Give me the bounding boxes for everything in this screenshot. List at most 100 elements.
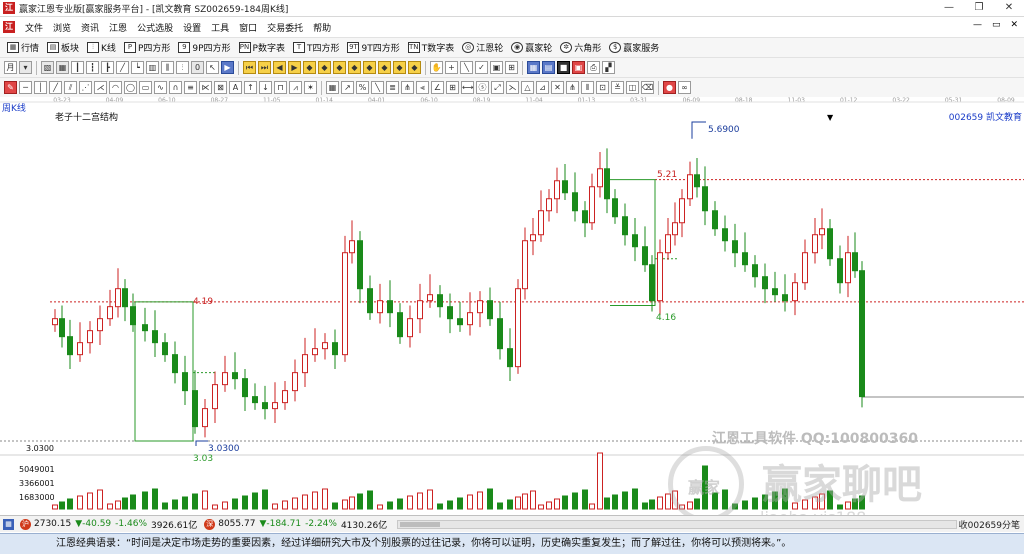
menu-gann[interactable]: 江恩 [104, 21, 132, 34]
notes-icon[interactable]: ▤ [542, 61, 555, 74]
car-icon[interactable]: ▞ [602, 61, 615, 74]
fib-icon[interactable]: ≡ [184, 81, 197, 94]
menu-browse[interactable]: 浏览 [48, 21, 76, 34]
dropdown-icon[interactable]: ▾ [19, 61, 32, 74]
menu-news[interactable]: 资讯 [76, 21, 104, 34]
toolbar-button-tn-table[interactable]: TN T数字表 [404, 41, 459, 54]
diamond5-icon[interactable]: ◆ [363, 61, 376, 74]
diagonal-icon[interactable]: ╲ [371, 81, 384, 94]
menu-settings[interactable]: 设置 [178, 21, 206, 34]
flag-icon[interactable]: ▶ [221, 61, 234, 74]
percent-icon[interactable]: % [356, 81, 369, 94]
toolbar-button-kline[interactable]: ⫶ K线 [83, 41, 120, 54]
hand-icon[interactable]: ✋ [430, 61, 443, 74]
toolbar-button-nine-t-square[interactable]: 9T 9T四方形 [343, 41, 403, 54]
time-zone-icon[interactable]: ⫴ [581, 81, 594, 94]
toolbar-button-winner-wheel[interactable]: ◉ 赢家轮 [507, 41, 556, 54]
angle-icon[interactable]: ∠ [431, 81, 444, 94]
wedge-icon[interactable]: ⊿ [536, 81, 549, 94]
next-icon[interactable]: ▶ [288, 61, 301, 74]
toolbar-button-pn-square[interactable]: PN P数字表 [235, 41, 289, 54]
fan-icon[interactable]: ⋌ [94, 81, 107, 94]
levels-icon[interactable]: ≚ [611, 81, 624, 94]
ellipse-icon[interactable]: ◯ [124, 81, 137, 94]
toolbar-button-winner-service[interactable]: $ 赢家服务 [605, 41, 663, 54]
calc-icon[interactable]: ▦ [527, 61, 540, 74]
first-bar-icon[interactable]: ⏮ [243, 61, 256, 74]
wave-icon[interactable]: ∿ [154, 81, 167, 94]
up-trend-icon[interactable]: ↗ [341, 81, 354, 94]
diamond4-icon[interactable]: ◆ [348, 61, 361, 74]
toolbar-button-p-square[interactable]: P P四方形 [120, 41, 174, 54]
export-icon[interactable]: ▣ [572, 61, 585, 74]
menu-file[interactable]: 文件 [20, 21, 48, 34]
prev-icon[interactable]: ◀ [273, 61, 286, 74]
period-select-icon[interactable]: 月 [4, 61, 17, 74]
kline-chart[interactable] [0, 97, 1024, 515]
arrow-up-icon[interactable]: ↑ [244, 81, 257, 94]
tower-icon[interactable]: ▥ [146, 61, 159, 74]
crosshair-icon[interactable]: + [445, 61, 458, 74]
toolbar-button-hexagon[interactable]: ✲ 六角形 [556, 41, 605, 54]
step-icon[interactable]: ┕ [131, 61, 144, 74]
ohlc-icon[interactable]: ┣ [101, 61, 114, 74]
text-icon[interactable]: A [229, 81, 242, 94]
gann-square-icon[interactable]: ⊡ [596, 81, 609, 94]
split-line-icon[interactable]: ⫷ [416, 81, 429, 94]
menu-trade[interactable]: 交易委托 [262, 21, 308, 34]
arrow-down-icon[interactable]: ↓ [259, 81, 272, 94]
minimize-button[interactable]: — [934, 0, 964, 17]
pen-icon[interactable]: ✎ [4, 81, 17, 94]
toolbar-button-sector[interactable]: ▤ 板块 [43, 41, 83, 54]
cycle-icon[interactable]: ∩ [169, 81, 182, 94]
vline-icon[interactable]: │ [34, 81, 47, 94]
measure-icon[interactable]: ⟷ [461, 81, 474, 94]
mdi-restore-button[interactable]: ▭ [992, 20, 1001, 30]
menu-tools[interactable]: 工具 [206, 21, 234, 34]
print-icon[interactable]: ⎙ [587, 61, 600, 74]
scrollbar-thumb[interactable] [400, 521, 441, 527]
grid-icon[interactable]: ▦ [3, 518, 14, 530]
infinity-icon[interactable]: ∞ [678, 81, 691, 94]
hline-icon[interactable]: ─ [19, 81, 32, 94]
triangle-icon[interactable]: △ [521, 81, 534, 94]
diamond8-icon[interactable]: ◆ [408, 61, 421, 74]
trend-icon[interactable]: ╱ [49, 81, 62, 94]
diamond2-icon[interactable]: ◆ [318, 61, 331, 74]
volume-icon[interactable]: ⫼ [161, 61, 174, 74]
zero-icon[interactable]: 0 [191, 61, 204, 74]
arc-icon[interactable]: ◠ [109, 81, 122, 94]
mdi-minimize-button[interactable]: — [973, 20, 982, 30]
diamond3-icon[interactable]: ◆ [333, 61, 346, 74]
lines-icon[interactable]: ≣ [386, 81, 399, 94]
fork-icon[interactable]: ⋔ [401, 81, 414, 94]
cross-lines-icon[interactable]: ✕ [551, 81, 564, 94]
zigzag-icon[interactable]: ⩘ [289, 81, 302, 94]
delete-icon[interactable]: ⌫ [641, 81, 654, 94]
bars-icon[interactable]: ┇ [86, 61, 99, 74]
box-icon[interactable]: ◫ [626, 81, 639, 94]
ray-icon[interactable]: ⤢ [491, 81, 504, 94]
gift-icon[interactable]: ▣ [490, 61, 503, 74]
grid-icon[interactable]: ▦ [56, 61, 69, 74]
magnet-icon[interactable]: ⊓ [274, 81, 287, 94]
check-icon[interactable]: ✓ [475, 61, 488, 74]
gann-box-icon[interactable]: ⊠ [214, 81, 227, 94]
save-icon[interactable]: ■ [557, 61, 570, 74]
draw-line-icon[interactable]: ╲ [460, 61, 473, 74]
toolbar-button-t-square[interactable]: T T四方形 [289, 41, 344, 54]
candle-icon[interactable]: ┃ [71, 61, 84, 74]
diamond7-icon[interactable]: ◆ [393, 61, 406, 74]
menu-help[interactable]: 帮助 [308, 21, 336, 34]
square-grid-icon[interactable]: ⊞ [446, 81, 459, 94]
toolbar-button-gann-wheel[interactable]: ◎ 江恩轮 [458, 41, 507, 54]
parallel-icon[interactable]: ⫽ [64, 81, 77, 94]
diamond-icon[interactable]: ◆ [303, 61, 316, 74]
menu-formula-screen[interactable]: 公式选股 [132, 21, 178, 34]
spiral-icon[interactable]: ⓢ [476, 81, 489, 94]
split-icon[interactable]: ⫶ [176, 61, 189, 74]
speed-icon[interactable]: ⋋ [506, 81, 519, 94]
line-icon[interactable]: ╱ [116, 61, 129, 74]
star-icon[interactable]: ✶ [304, 81, 317, 94]
cursor-icon[interactable]: ↖ [206, 61, 219, 74]
